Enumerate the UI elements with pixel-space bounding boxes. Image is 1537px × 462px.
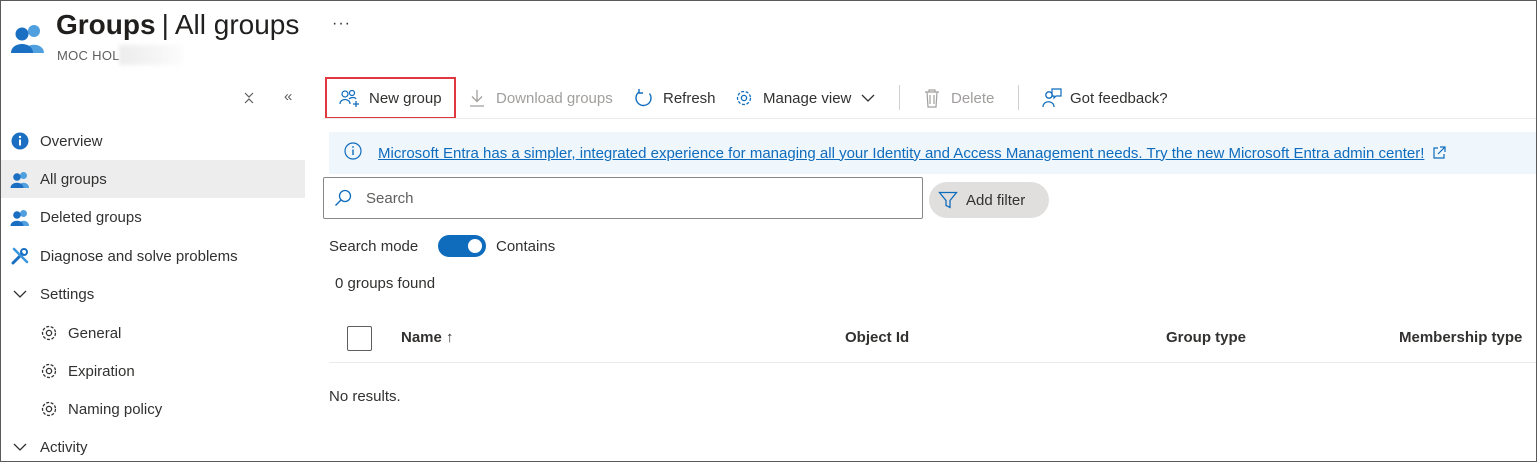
refresh-icon xyxy=(633,87,655,109)
toolbar-divider-line xyxy=(323,118,1536,119)
manage-view-label: Manage view xyxy=(763,89,852,107)
toggle-knob xyxy=(468,239,482,253)
search-mode-toggle[interactable] xyxy=(438,235,486,257)
more-actions-button[interactable]: ··· xyxy=(332,15,351,33)
gear-icon xyxy=(38,398,60,420)
column-header-object-id[interactable]: Object Id xyxy=(845,329,909,346)
refresh-label: Refresh xyxy=(663,89,716,107)
app-frame: Groups | All groups ··· MOC HOL « Overview… xyxy=(0,0,1537,462)
filter-icon xyxy=(938,190,958,210)
search-box[interactable] xyxy=(323,177,923,219)
sidebar-item-label: Deleted groups xyxy=(40,208,142,226)
page-title-sub: All groups xyxy=(174,9,300,40)
sidebar-item-all-groups[interactable]: All groups xyxy=(1,160,305,198)
manage-view-button[interactable]: Manage view xyxy=(733,77,875,119)
page-title: Groups | All groups xyxy=(56,9,299,41)
toolbar-divider xyxy=(1018,85,1019,110)
groups-icon xyxy=(11,25,44,53)
sidebar-item-settings[interactable]: Settings xyxy=(1,275,305,313)
add-filter-button[interactable]: Add filter xyxy=(929,182,1049,218)
wrench-icon xyxy=(9,245,31,267)
feedback-button[interactable]: Got feedback? xyxy=(1040,77,1168,119)
toolbar-divider xyxy=(899,85,900,110)
empty-state-text: No results. xyxy=(329,388,401,405)
new-group-label: New group xyxy=(369,89,442,107)
collapse-sidebar-button[interactable]: « xyxy=(284,88,292,105)
info-icon xyxy=(9,130,31,152)
column-header-name[interactable]: Name ↑ xyxy=(401,329,454,346)
download-groups-label: Download groups xyxy=(496,89,613,107)
sidebar-item-activity[interactable]: Activity xyxy=(1,428,305,461)
search-mode-value: Contains xyxy=(496,238,556,255)
sidebar-item-label: General xyxy=(68,324,122,342)
select-all-checkbox[interactable] xyxy=(347,326,372,351)
info-banner: Microsoft Entra has a simpler, integrate… xyxy=(329,132,1536,174)
delete-label: Delete xyxy=(951,89,995,107)
pin-icon[interactable] xyxy=(242,91,256,105)
trash-icon xyxy=(921,87,943,109)
search-input[interactable] xyxy=(366,189,886,207)
delete-button[interactable]: Delete xyxy=(921,77,994,119)
sidebar-item-label: Settings xyxy=(40,285,95,303)
info-icon xyxy=(344,141,362,165)
group-icon xyxy=(9,168,31,190)
gear-icon xyxy=(38,360,60,382)
feedback-icon xyxy=(1040,87,1062,109)
group-icon xyxy=(9,206,31,228)
sidebar-item-label: Expiration xyxy=(68,362,135,380)
feedback-label: Got feedback? xyxy=(1070,89,1168,107)
search-icon xyxy=(334,189,352,207)
tenant-name: MOC HOL xyxy=(57,48,120,63)
sidebar-item-label: Activity xyxy=(40,438,88,456)
redacted-area xyxy=(119,45,183,65)
external-link-icon[interactable] xyxy=(1432,146,1446,160)
sidebar-item-general[interactable]: General xyxy=(1,314,305,352)
sidebar-item-deleted-groups[interactable]: Deleted groups xyxy=(1,198,305,236)
sidebar-item-overview[interactable]: Overview xyxy=(1,122,305,160)
download-icon xyxy=(466,87,488,109)
sidebar-item-label: Diagnose and solve problems xyxy=(40,247,238,265)
sidebar-item-expiration[interactable]: Expiration xyxy=(1,352,305,390)
gear-icon xyxy=(38,322,60,344)
sidebar-item-label: All groups xyxy=(40,170,107,188)
sidebar-item-label: Naming policy xyxy=(68,400,163,418)
page-title-separator: | xyxy=(161,9,169,40)
search-mode-label: Search mode xyxy=(329,238,419,255)
new-group-button[interactable]: New group xyxy=(325,77,456,119)
sidebar-item-label: Overview xyxy=(40,132,103,150)
results-count: 0 groups found xyxy=(335,275,436,292)
sidebar-item-naming-policy[interactable]: Naming policy xyxy=(1,390,305,428)
table-header-row: Name ↑ Object Id Group type Membership t… xyxy=(329,313,1536,363)
page-title-main: Groups xyxy=(56,9,156,40)
download-groups-button[interactable]: Download groups xyxy=(466,77,613,119)
chevron-down-icon xyxy=(9,436,31,458)
add-filter-label: Add filter xyxy=(966,191,1026,209)
chevron-down-icon xyxy=(9,283,31,305)
chevron-down-icon xyxy=(861,93,875,103)
refresh-button[interactable]: Refresh xyxy=(633,77,716,119)
column-header-group-type[interactable]: Group type xyxy=(1166,329,1246,346)
entra-admin-center-link[interactable]: Microsoft Entra has a simpler, integrate… xyxy=(378,145,1424,162)
column-header-membership-type[interactable]: Membership type xyxy=(1399,329,1522,346)
sidebar-item-diagnose[interactable]: Diagnose and solve problems xyxy=(1,237,305,275)
gear-icon xyxy=(733,87,755,109)
add-group-icon xyxy=(339,87,361,109)
